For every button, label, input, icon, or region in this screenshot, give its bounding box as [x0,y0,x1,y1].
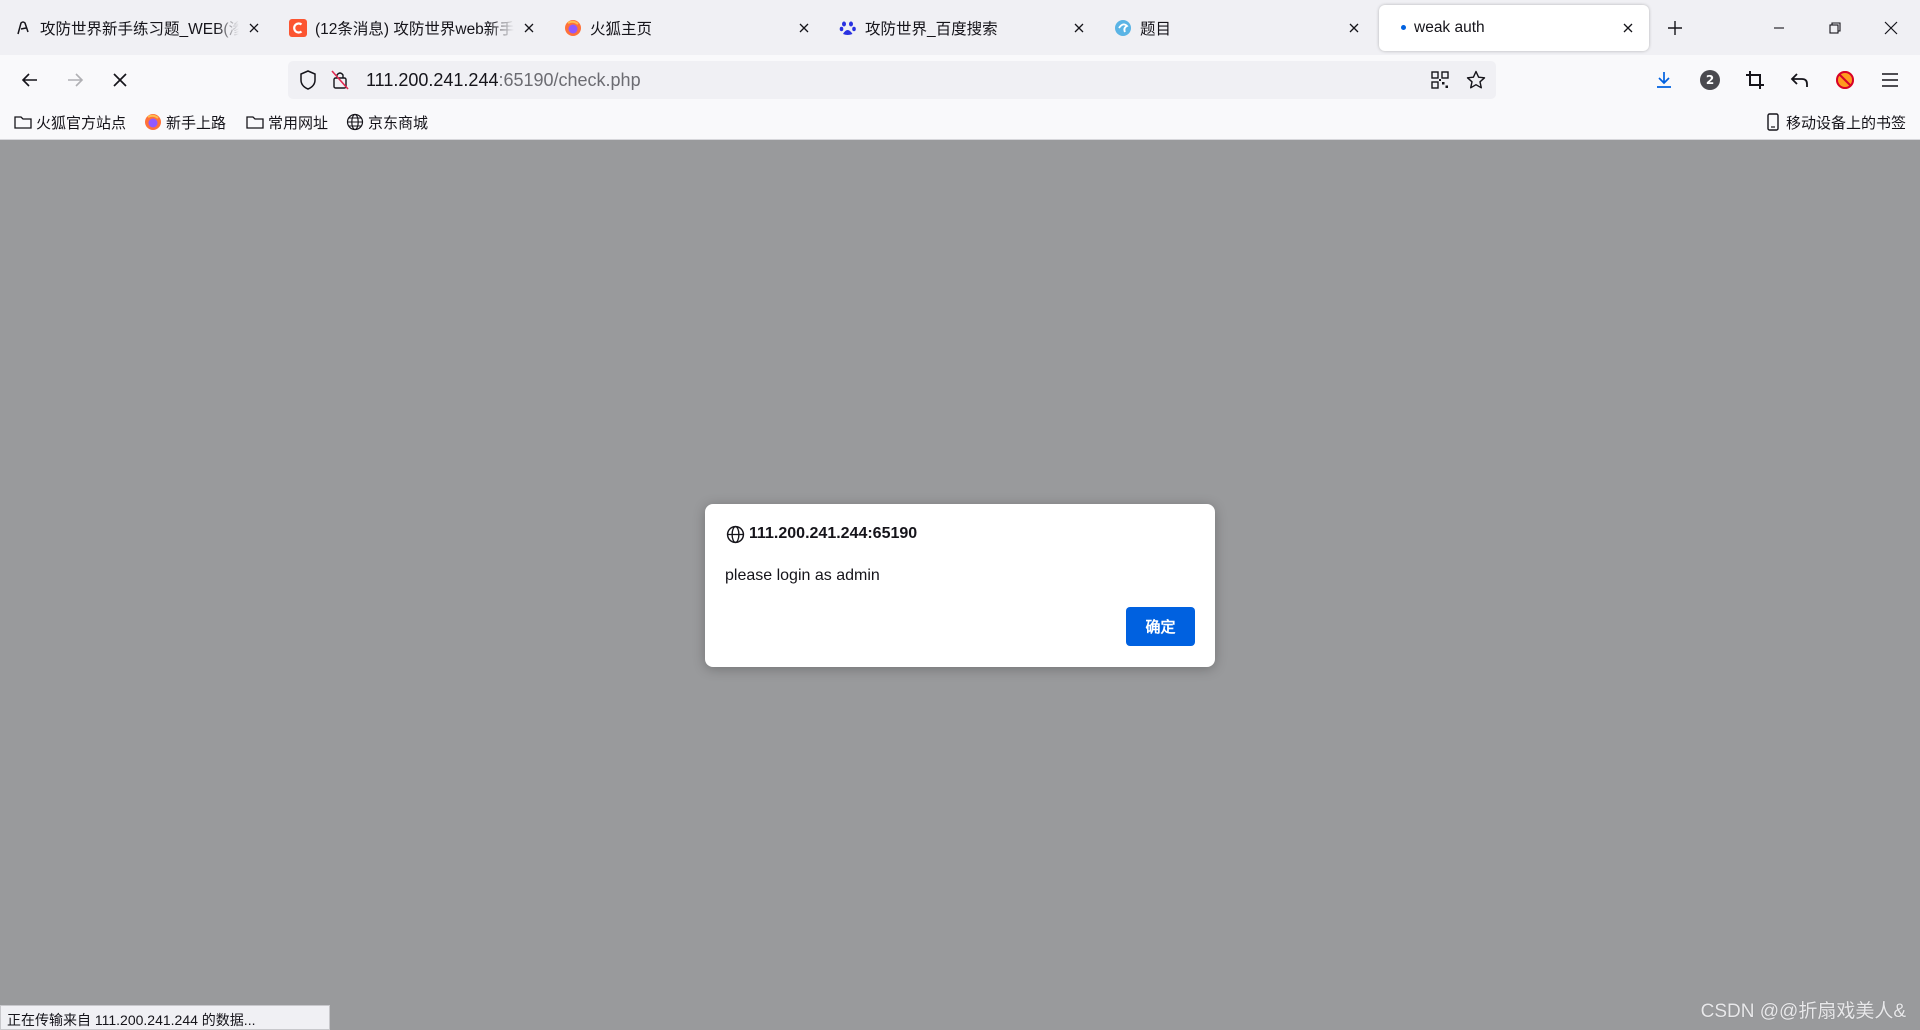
arrow-right-icon [68,73,84,87]
globe-icon [725,524,745,544]
crop-icon [1746,71,1764,89]
tab-strip: 攻防世界新手练习题_WEB(渗透 (12条消息) 攻防世界web新手区 火狐主页… [0,0,1920,55]
dialog-title: 111.200.241.244:65190 [749,525,918,542]
tab-6-active[interactable]: weak auth [1379,4,1649,51]
tracking-shield-icon[interactable] [298,70,318,90]
tab-title: 题目 [1140,20,1172,38]
back-button[interactable] [12,62,48,98]
tab-3[interactable]: 火狐主页 [550,5,825,51]
folder-icon [14,113,32,131]
tab-title: 火狐主页 [590,20,653,38]
url-text[interactable]: 111.200.241.244:65190/check.php [366,70,641,91]
tab-title: 攻防世界_百度搜索 [865,20,998,38]
downloads-button[interactable] [1646,62,1682,98]
insecure-lock-icon[interactable] [330,70,350,90]
arrow-left-icon [21,73,37,87]
folder-icon [246,113,264,131]
mobile-device-icon [1764,113,1782,131]
stop-loading-button[interactable] [102,62,138,98]
tab-title: 攻防世界新手练习题_WEB(渗透 [40,20,239,38]
new-tab-button[interactable] [1657,10,1693,46]
globe-icon [346,113,364,131]
tab-title: weak auth [1414,18,1485,36]
dialog-message: please login as admin [725,567,880,584]
stop-icon [113,73,127,87]
close-icon[interactable] [1070,19,1088,37]
close-icon[interactable] [520,19,538,37]
bookmark-label: 火狐官方站点 [36,114,127,132]
tab-1[interactable]: 攻防世界新手练习题_WEB(渗透 [0,5,275,51]
url-bar[interactable]: 111.200.241.244:65190/check.php [288,61,1496,99]
close-icon[interactable] [1619,19,1637,37]
close-icon [1884,21,1898,34]
loading-dot-icon [1401,25,1406,30]
watermark: CSDN @@折扇戏美人& [1700,1001,1906,1022]
mobile-bookmarks-item[interactable]: 移动设备上的书签 [1764,111,1906,133]
navigation-toolbar: 111.200.241.244:65190/check.php 2 [0,55,1920,105]
undo-button[interactable] [1782,62,1818,98]
dialog-header: 111.200.241.244:65190 [725,524,917,544]
screenshot-button[interactable] [1737,62,1773,98]
extension-badge-button[interactable]: 2 [1692,62,1728,98]
bookmark-label: 移动设备上的书签 [1785,114,1906,132]
restore-icon [1829,21,1841,34]
close-icon[interactable] [245,19,263,37]
alert-dialog: 111.200.241.244:65190 please login as ad… [705,504,1215,667]
app-menu-button[interactable] [1872,62,1908,98]
bookmark-item[interactable]: 火狐官方站点 [14,111,126,133]
xctf-logo-icon [1114,19,1132,37]
hamburger-menu-icon [1882,73,1898,87]
csdn-logo-icon [289,18,307,37]
bookmark-label: 京东商城 [368,114,429,132]
url-host: 111.200.241.244 [366,70,499,90]
bookmarks-toolbar: 火狐官方站点 新手上路 常用网址 京东商城 移动设备上的书签 [0,105,1920,140]
baidu-paw-icon [839,19,857,37]
undo-arrow-icon [1790,73,1808,87]
bookmark-label: 新手上路 [166,114,227,132]
forward-button[interactable] [57,62,93,98]
ghost-logo-icon [14,19,32,37]
bookmark-item[interactable]: 常用网址 [246,111,328,133]
tab-2[interactable]: (12条消息) 攻防世界web新手区 [275,5,550,51]
bookmark-item[interactable]: 京东商城 [346,111,428,133]
close-window-button[interactable] [1863,0,1919,55]
tab-title: (12条消息) 攻防世界web新手区 [315,20,514,38]
restore-button[interactable] [1807,0,1863,55]
firefox-logo-icon [564,19,582,37]
plus-icon [1668,20,1682,35]
minimize-icon [1774,26,1784,29]
blocked-extension-icon [1836,71,1854,89]
close-icon[interactable] [1345,19,1363,37]
bookmark-label: 常用网址 [268,114,329,132]
minimize-button[interactable] [1751,0,1807,55]
qr-code-icon[interactable] [1430,70,1450,90]
url-path: :65190/check.php [498,70,641,90]
download-icon [1657,72,1671,88]
firefox-logo-icon [144,113,162,131]
bookmark-star-icon[interactable] [1466,70,1486,90]
ok-button[interactable]: 确定 [1126,607,1195,646]
badge-count: 2 [1700,70,1720,90]
bookmark-item[interactable]: 新手上路 [144,111,226,133]
status-bar: 正在传输来自 111.200.241.244 的数据... [0,1005,330,1030]
tab-5[interactable]: 题目 [1100,5,1375,51]
tab-4[interactable]: 攻防世界_百度搜索 [825,5,1100,51]
blocker-extension-button[interactable] [1827,62,1863,98]
close-icon[interactable] [795,19,813,37]
